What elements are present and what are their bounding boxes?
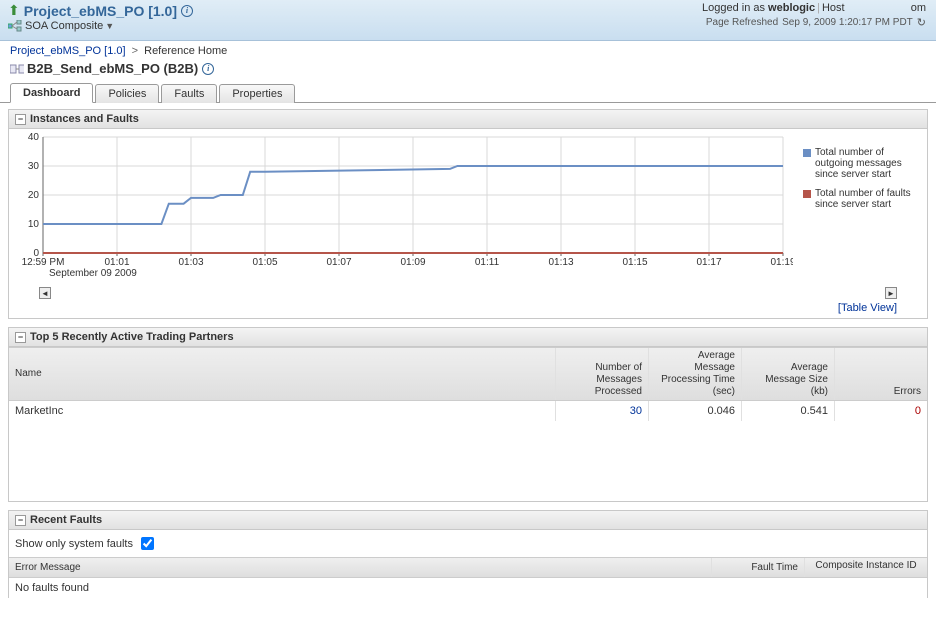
svg-text:01:11: 01:11	[475, 257, 500, 268]
breadcrumb-link[interactable]: Project_ebMS_PO [1.0]	[10, 45, 126, 57]
project-title[interactable]: Project_ebMS_PO [1.0]	[24, 3, 177, 19]
chart-scrollbar[interactable]: ◄ ►	[9, 286, 927, 302]
tab-policies[interactable]: Policies	[95, 84, 159, 103]
svg-text:20: 20	[28, 190, 40, 201]
filter-label: Show only system faults	[15, 538, 133, 550]
svg-text:01:09: 01:09	[400, 257, 425, 268]
chart-legend: Total number of outgoing messages since …	[799, 133, 923, 286]
col-avg-size: Average Message Size (kb)	[741, 348, 834, 400]
col-avg-time: Average Message Processing Time (sec)	[648, 348, 741, 400]
tab-dashboard[interactable]: Dashboard	[10, 83, 93, 103]
cell-processed[interactable]: 30	[630, 405, 642, 417]
col-fault-time: Fault Time	[711, 558, 804, 577]
page-header: ⬆ Project_ebMS_PO [1.0] i SOA Composite …	[0, 0, 936, 41]
svg-text:01:07: 01:07	[326, 257, 351, 268]
chevron-down-icon: ▼	[105, 21, 114, 31]
username: weblogic	[768, 2, 815, 14]
legend-swatch-faults	[803, 190, 811, 198]
legend-label: Total number of faults since server star…	[815, 188, 923, 210]
tab-faults[interactable]: Faults	[161, 84, 217, 103]
page-title: B2B_Send_ebMS_PO (B2B)	[27, 61, 198, 76]
cell-name: MarketInc	[9, 401, 555, 421]
col-error-message: Error Message	[9, 558, 711, 577]
svg-text:September 09 2009: September 09 2009	[49, 268, 137, 279]
collapse-icon[interactable]: −	[15, 515, 26, 526]
svg-text:01:15: 01:15	[622, 257, 647, 268]
composite-menu-label: SOA Composite	[25, 20, 103, 32]
col-errors: Errors	[834, 348, 927, 400]
svg-text:01:03: 01:03	[178, 257, 203, 268]
col-name: Name	[9, 348, 555, 400]
svg-text:01:17: 01:17	[696, 257, 721, 268]
soa-composite-icon	[8, 20, 22, 32]
cell-avg-time: 0.046	[648, 401, 741, 421]
refresh-icon[interactable]: ↻	[917, 16, 926, 29]
info-icon[interactable]: i	[181, 5, 193, 17]
chart: 01020304012:59 PM01:0101:0301:0501:0701:…	[13, 133, 799, 286]
panel-title: Recent Faults	[30, 514, 102, 526]
cell-avg-size: 0.541	[741, 401, 834, 421]
svg-text:01:01: 01:01	[104, 257, 129, 268]
tab-bar: Dashboard Policies Faults Properties	[0, 82, 936, 103]
breadcrumb: Project_ebMS_PO [1.0] > Reference Home	[0, 41, 936, 59]
svg-text:01:19: 01:19	[770, 257, 793, 268]
legend-swatch-messages	[803, 149, 811, 157]
svg-text:01:13: 01:13	[548, 257, 573, 268]
svg-text:10: 10	[28, 219, 40, 230]
info-icon[interactable]: i	[202, 63, 214, 75]
svg-text:40: 40	[28, 133, 40, 143]
collapse-icon[interactable]: −	[15, 332, 26, 343]
col-composite-instance: Composite Instance ID	[804, 558, 927, 577]
panel-title: Instances and Faults	[30, 113, 139, 125]
show-system-faults-checkbox[interactable]	[141, 537, 154, 550]
scroll-right-icon[interactable]: ►	[885, 287, 897, 299]
b2b-icon	[10, 63, 24, 75]
scroll-left-icon[interactable]: ◄	[39, 287, 51, 299]
table-header-row: Name Number of Messages Processed Averag…	[9, 347, 927, 401]
login-info: Logged in as weblogic|Host om	[702, 2, 926, 14]
up-arrow-icon[interactable]: ⬆	[8, 2, 20, 19]
svg-text:01:05: 01:05	[252, 257, 277, 268]
col-processed: Number of Messages Processed	[555, 348, 648, 400]
faults-empty: No faults found	[9, 578, 927, 598]
svg-text:30: 30	[28, 161, 40, 172]
faults-header-row: Error Message Fault Time Composite Insta…	[9, 557, 927, 578]
table-row: MarketInc 30 0.046 0.541 0	[9, 401, 927, 421]
cell-errors: 0	[834, 401, 927, 421]
page-refreshed: Page Refreshed Sep 9, 2009 1:20:17 PM PD…	[702, 16, 926, 29]
trading-partners-panel: − Top 5 Recently Active Trading Partners…	[8, 327, 928, 502]
svg-text:12:59 PM: 12:59 PM	[22, 257, 65, 268]
panel-title: Top 5 Recently Active Trading Partners	[30, 331, 234, 343]
tab-properties[interactable]: Properties	[219, 84, 295, 103]
collapse-icon[interactable]: −	[15, 114, 26, 125]
breadcrumb-current: Reference Home	[144, 45, 227, 57]
table-view-link[interactable]: [Table View]	[838, 302, 897, 314]
legend-label: Total number of outgoing messages since …	[815, 147, 923, 180]
recent-faults-panel: − Recent Faults Show only system faults …	[8, 510, 928, 598]
instances-faults-panel: − Instances and Faults 01020304012:59 PM…	[8, 109, 928, 319]
